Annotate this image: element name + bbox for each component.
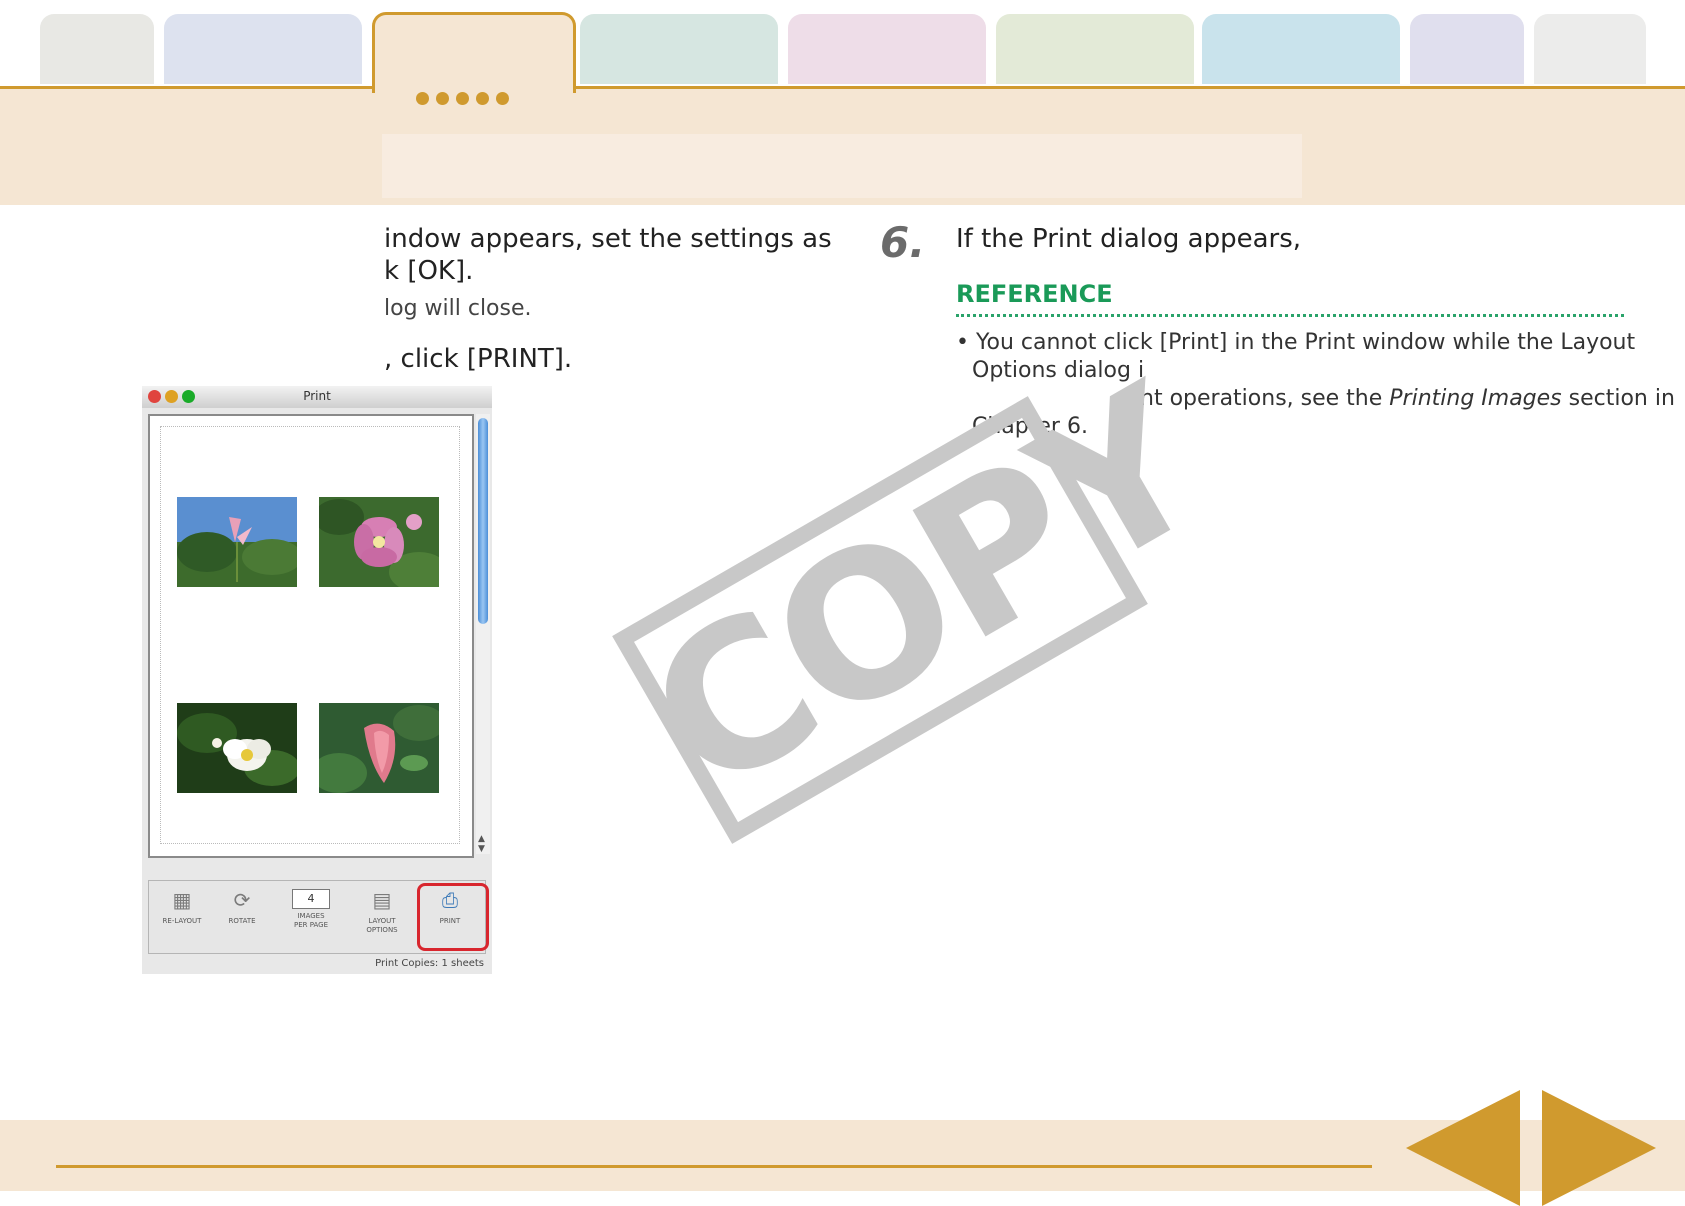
preview-scrollbar[interactable]: ▲ ▼: [476, 414, 490, 854]
tab-2[interactable]: [164, 14, 362, 84]
layout-options-button[interactable]: ▤ LAYOUT OPTIONS: [353, 889, 411, 935]
reference-heading: REFERENCE: [956, 280, 1113, 308]
layout-options-label-2: OPTIONS: [366, 926, 398, 934]
reference-divider: [956, 314, 1624, 317]
window-titlebar: Print: [142, 386, 492, 408]
instruction-note: log will close.: [384, 296, 532, 321]
print-button-highlight: [417, 883, 489, 951]
window-title: Print: [303, 389, 331, 403]
rotate-label: ROTATE: [228, 917, 256, 925]
reference-text: section in: [1561, 386, 1675, 411]
dot: [456, 92, 469, 105]
tab-1[interactable]: [40, 14, 154, 84]
dot: [416, 92, 429, 105]
tab-4[interactable]: [580, 14, 778, 84]
instruction-line-2: k [OK].: [384, 256, 474, 286]
photo-thumbnail-3[interactable]: [177, 703, 297, 793]
images-per-page-value[interactable]: 4: [292, 889, 330, 909]
relayout-label: RE-LAYOUT: [162, 917, 202, 925]
reference-emphasis: Printing Images: [1389, 386, 1562, 411]
relayout-button[interactable]: ▦ RE-LAYOUT: [153, 889, 211, 926]
header-title-area: [382, 134, 1302, 198]
section-dots: [416, 92, 509, 105]
layout-options-icon: ▤: [372, 888, 392, 912]
tab-5[interactable]: [788, 14, 986, 84]
step-text: If the Print dialog appears,: [956, 224, 1302, 254]
tab-6[interactable]: [996, 14, 1194, 84]
photo-thumbnail-2[interactable]: [319, 497, 439, 587]
relayout-icon: ▦: [172, 888, 192, 912]
print-window-screenshot: Print ▲ ▼ ▦ RE-LAYOUT ⟳ ROTATE 4 IMAGES …: [142, 386, 492, 974]
photo-thumbnail-4[interactable]: [319, 703, 439, 793]
print-preview-area: [148, 414, 474, 858]
rotate-icon: ⟳: [233, 888, 251, 912]
dot: [436, 92, 449, 105]
tab-9[interactable]: [1534, 14, 1646, 84]
print-copies-status: Print Copies: 1 sheets: [375, 958, 484, 969]
tab-8[interactable]: [1410, 14, 1524, 84]
scroll-down-arrow-icon[interactable]: ▼: [478, 844, 485, 854]
footer-rule: [56, 1165, 1372, 1168]
scrollbar-thumb[interactable]: [478, 418, 488, 624]
layout-options-label-1: LAYOUT: [368, 917, 396, 925]
rotate-button[interactable]: ⟳ ROTATE: [213, 889, 271, 926]
dot: [476, 92, 489, 105]
instruction-line-1: indow appears, set the settings as: [384, 224, 832, 254]
step-number: 6.: [880, 218, 926, 267]
dot: [496, 92, 509, 105]
tab-7[interactable]: [1202, 14, 1400, 84]
reference-text: nt operations, see the: [1140, 386, 1390, 411]
tab-3-active[interactable]: [372, 12, 576, 93]
reference-line-3: nt operations, see the Printing Images s…: [1140, 386, 1675, 411]
preview-page: [160, 426, 460, 844]
watermark-text: COPY: [613, 345, 1236, 840]
previous-page-arrow-icon[interactable]: [1406, 1090, 1520, 1206]
next-page-arrow-icon[interactable]: [1542, 1090, 1656, 1206]
instruction-line-3: , click [PRINT].: [384, 344, 573, 374]
images-per-page-label-2: PER PAGE: [293, 921, 329, 929]
photo-thumbnail-1[interactable]: [177, 497, 297, 587]
images-per-page-control[interactable]: 4 IMAGES PER PAGE: [277, 889, 345, 930]
print-toolbar: ▦ RE-LAYOUT ⟳ ROTATE 4 IMAGES PER PAGE ▤…: [148, 880, 489, 954]
reference-line-1: • You cannot click [Print] in the Print …: [956, 330, 1636, 355]
scroll-up-arrow-icon[interactable]: ▲: [478, 834, 485, 844]
images-per-page-label-1: IMAGES: [297, 912, 325, 920]
copy-watermark: COPY: [612, 345, 1236, 844]
